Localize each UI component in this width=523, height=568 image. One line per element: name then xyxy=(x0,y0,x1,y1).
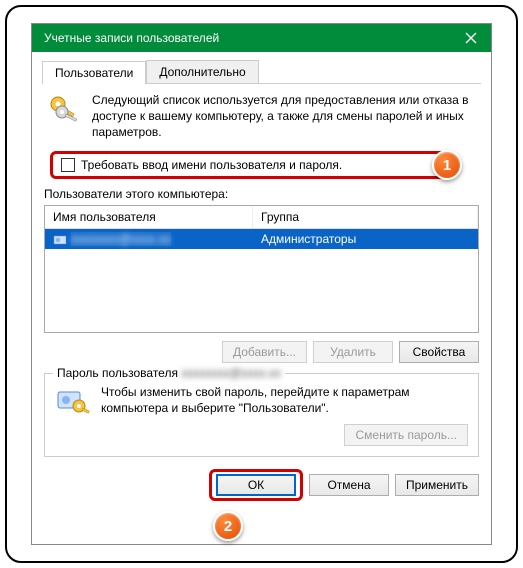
apply-button[interactable]: Применить xyxy=(395,474,479,496)
tab-users[interactable]: Пользователи xyxy=(42,61,146,84)
password-section: Пароль пользователя xxxxxxxx@xxxx.xx Что… xyxy=(44,373,479,457)
require-credentials-label: Требовать ввод имени пользователя и паро… xyxy=(81,158,342,172)
users-listview[interactable]: Имя пользователя Группа xxxxxxxx@xxxx.xx… xyxy=(44,205,479,333)
tab-advanced[interactable]: Дополнительно xyxy=(146,60,258,83)
column-username[interactable]: Имя пользователя xyxy=(45,206,253,228)
titlebar[interactable]: Учетные записи пользователей xyxy=(32,24,491,52)
cancel-button[interactable]: Отмена xyxy=(309,474,389,496)
properties-button[interactable]: Свойства xyxy=(399,341,479,363)
password-section-text: Чтобы изменить свой пароль, перейдите к … xyxy=(101,384,468,416)
tab-strip: Пользователи Дополнительно xyxy=(42,60,481,84)
user-accounts-dialog: Учетные записи пользователей Пользовател… xyxy=(31,23,492,545)
list-item[interactable]: xxxxxxxx@xxxx.xx Администраторы xyxy=(45,229,478,249)
password-section-user: xxxxxxxx@xxxx.xx xyxy=(181,366,281,380)
keys-icon xyxy=(46,92,82,128)
info-text: Следующий список используется для предос… xyxy=(92,92,477,141)
password-section-legend: Пароль пользователя xxxxxxxx@xxxx.xx xyxy=(53,366,285,380)
group-value: Администраторы xyxy=(261,232,356,246)
user-icon xyxy=(53,232,67,246)
require-credentials-checkbox[interactable] xyxy=(61,158,75,172)
add-button[interactable]: Добавить... xyxy=(222,341,307,363)
change-password-button[interactable]: Сменить пароль... xyxy=(344,424,468,446)
users-list-label: Пользователи этого компьютера: xyxy=(44,187,481,201)
ok-button[interactable]: ОК xyxy=(216,474,296,496)
annotation-badge-2: 2 xyxy=(213,511,243,541)
listview-header[interactable]: Имя пользователя Группа xyxy=(45,206,478,229)
window-title: Учетные записи пользователей xyxy=(44,31,219,45)
key-icon xyxy=(55,384,91,420)
annotation-badge-1: 1 xyxy=(432,150,462,180)
column-group[interactable]: Группа xyxy=(253,206,478,228)
require-credentials-row[interactable]: Требовать ввод имени пользователя и паро… xyxy=(50,151,451,179)
close-icon xyxy=(465,32,477,44)
remove-button[interactable]: Удалить xyxy=(313,341,393,363)
username-value: xxxxxxxx@xxxx.xx xyxy=(71,232,171,246)
ok-highlight: ОК xyxy=(209,469,303,501)
close-button[interactable] xyxy=(451,24,491,52)
